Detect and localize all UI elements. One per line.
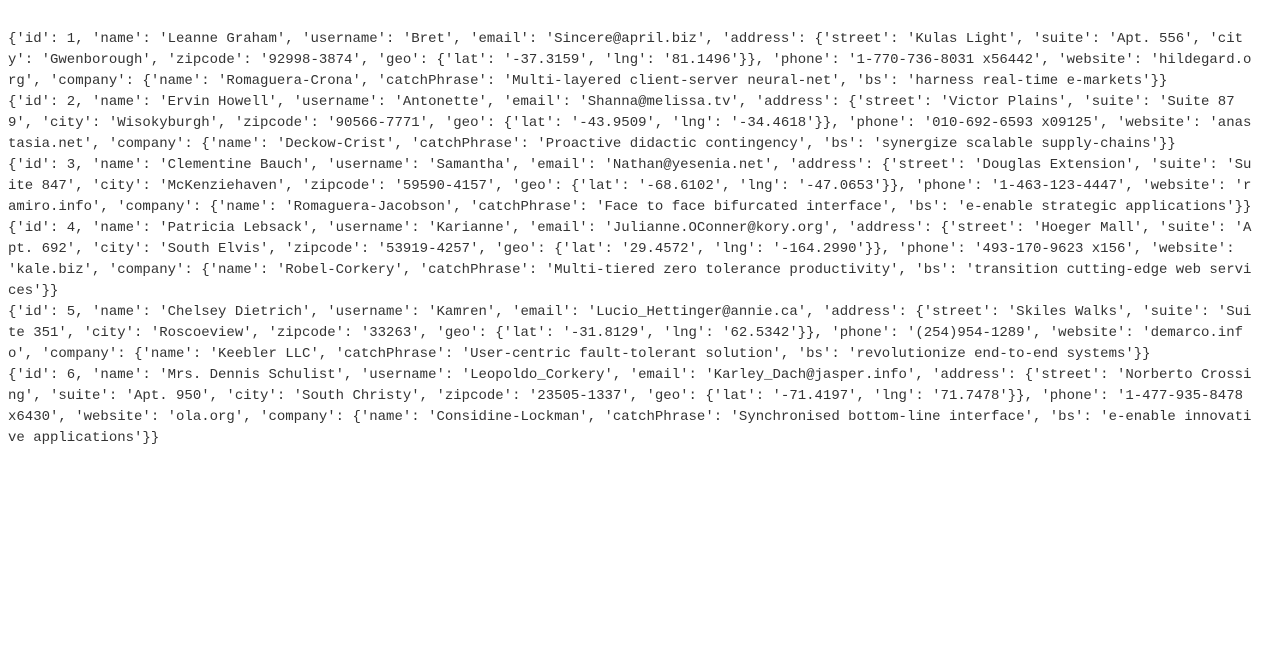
record-2: {'id': 2, 'name': 'Ervin Howell', 'usern…	[8, 92, 1258, 155]
record-6: {'id': 6, 'name': 'Mrs. Dennis Schulist'…	[8, 365, 1258, 449]
record-3: {'id': 3, 'name': 'Clementine Bauch', 'u…	[8, 155, 1258, 218]
record-1: {'id': 1, 'name': 'Leanne Graham', 'user…	[8, 29, 1258, 92]
record-5: {'id': 5, 'name': 'Chelsey Dietrich', 'u…	[8, 302, 1258, 365]
record-4: {'id': 4, 'name': 'Patricia Lebsack', 'u…	[8, 218, 1258, 302]
